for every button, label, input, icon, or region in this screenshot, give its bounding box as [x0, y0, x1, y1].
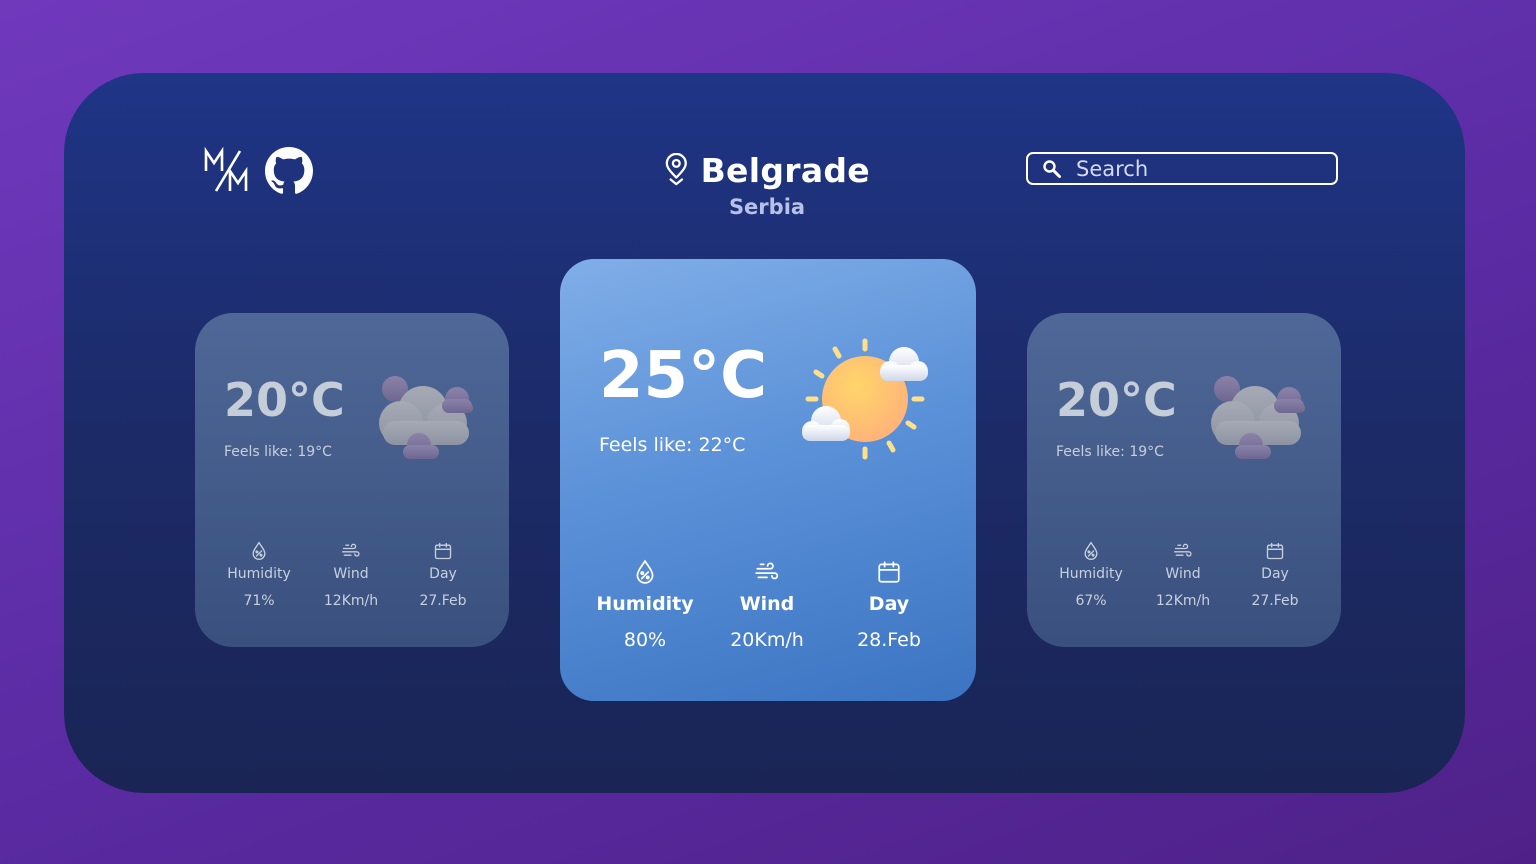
stats-row: Humidity 67% Wind 12Km/h Day 27.Feb: [1045, 541, 1321, 609]
city-name: Belgrade: [700, 150, 870, 190]
wind-stat: Wind 12Km/h: [305, 541, 397, 609]
humidity-stat: Humidity 80%: [584, 559, 706, 651]
day-value: 28.Feb: [857, 629, 921, 651]
calendar-icon: [434, 542, 452, 560]
search-icon: [1043, 159, 1061, 178]
search-input[interactable]: [1076, 156, 1316, 181]
humidity-value: 71%: [243, 593, 275, 609]
temperature: 25°C: [599, 339, 768, 413]
day-stat: Day 28.Feb: [828, 559, 950, 651]
wind-icon: [755, 562, 779, 580]
wind-stat: Wind 12Km/h: [1137, 541, 1229, 609]
cloudy-icon: [379, 376, 473, 459]
humidity-value: 67%: [1075, 593, 1107, 609]
wind-icon: [342, 543, 360, 557]
github-icon[interactable]: [265, 147, 313, 195]
calendar-icon: [1266, 542, 1284, 560]
feels-like: Feels like: 22°C: [599, 434, 746, 456]
wind-value: 12Km/h: [323, 593, 379, 609]
wind-label: Wind: [739, 593, 795, 615]
stats-row: Humidity 80% Wind 20Km/h Day 28.Feb: [584, 559, 950, 651]
temperature: 20°C: [1056, 373, 1177, 427]
search-box[interactable]: [1026, 152, 1338, 185]
humidity-value: 80%: [623, 629, 667, 651]
temperature: 20°C: [224, 373, 345, 427]
wind-value: 20Km/h: [730, 629, 804, 651]
humidity-label: Humidity: [227, 566, 291, 582]
day-value: 27.Feb: [419, 593, 467, 609]
wind-label: Wind: [1165, 566, 1201, 582]
cloudy-icon: [1211, 376, 1305, 459]
sun-with-clouds-icon: [802, 338, 928, 460]
day-stat: Day 27.Feb: [1229, 541, 1321, 609]
day-label: Day: [1261, 566, 1289, 582]
humidity-icon: [636, 559, 654, 584]
day-stat: Day 27.Feb: [397, 541, 489, 609]
day-value: 27.Feb: [1251, 593, 1299, 609]
day-label: Day: [868, 593, 910, 615]
wind-label: Wind: [333, 566, 369, 582]
day-label: Day: [429, 566, 457, 582]
location-header: Belgrade Serbia: [664, 147, 870, 219]
humidity-label: Humidity: [596, 593, 694, 615]
wind-stat: Wind 20Km/h: [706, 559, 828, 651]
feels-like: Feels like: 19°C: [224, 444, 332, 460]
humidity-icon: [252, 541, 266, 560]
wind-value: 12Km/h: [1155, 593, 1211, 609]
country-name: Serbia: [728, 195, 806, 219]
app-frame: Belgrade Serbia 20°C Feels like: 19°C: [64, 73, 1465, 793]
humidity-icon: [1084, 541, 1098, 560]
logo-icon[interactable]: [204, 147, 252, 195]
stats-row: Humidity 71% Wind 12Km/h Day 27.Feb: [213, 541, 489, 609]
weather-card-right[interactable]: 20°C Feels like: 19°C Humidity 67% Wind …: [1027, 313, 1341, 647]
location-pin-icon: [665, 153, 687, 186]
wind-icon: [1174, 543, 1192, 557]
weather-card-left[interactable]: 20°C Feels like: 19°C Humidity 71% Wind …: [195, 313, 509, 647]
calendar-icon: [878, 561, 900, 583]
humidity-label: Humidity: [1059, 566, 1123, 582]
humidity-stat: Humidity 71%: [213, 541, 305, 609]
humidity-stat: Humidity 67%: [1045, 541, 1137, 609]
weather-card-main[interactable]: 25°C Feels like: 22°C Humidity 80% Wind …: [560, 259, 976, 701]
feels-like: Feels like: 19°C: [1056, 444, 1164, 460]
